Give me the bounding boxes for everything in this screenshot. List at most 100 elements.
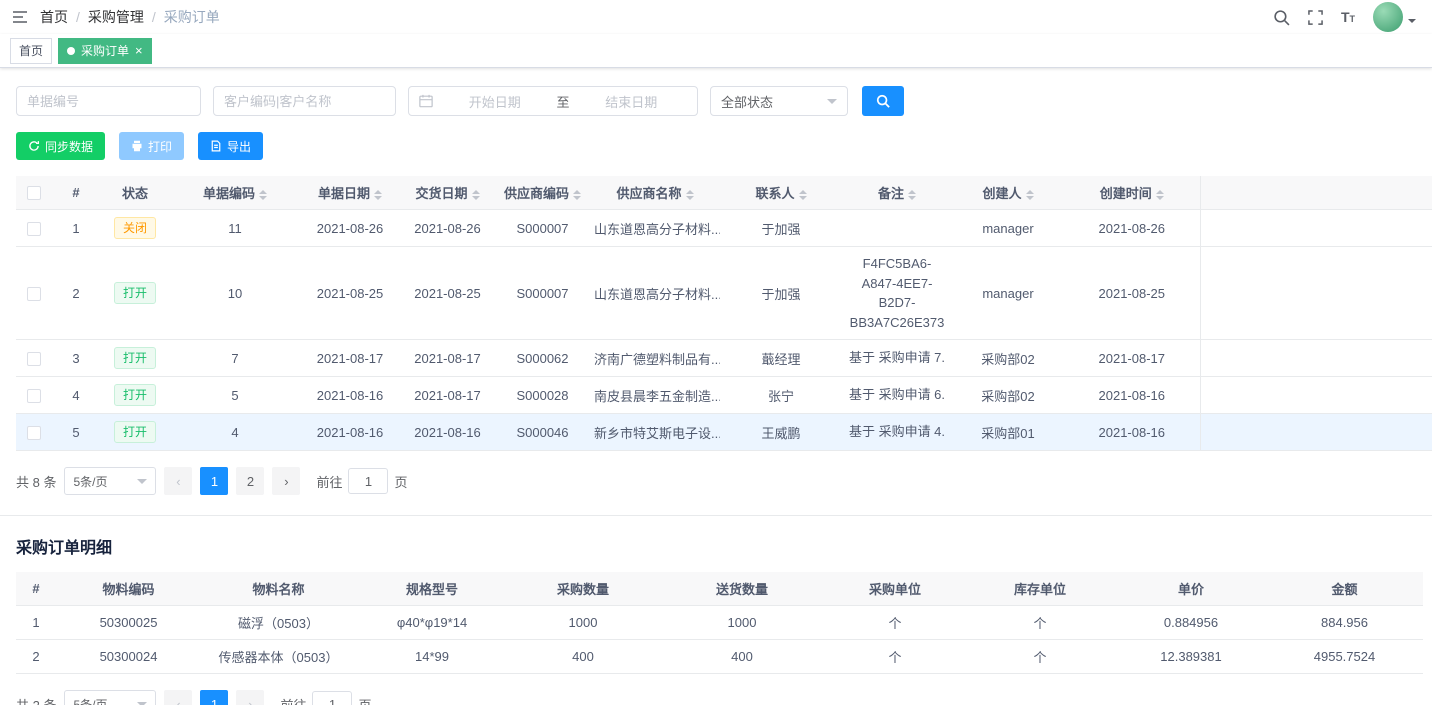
status-cell: 关闭 [100,210,170,247]
cell: 2 [16,640,56,674]
column-header[interactable]: 创建时间 [1064,176,1200,210]
sidebar-toggle-icon[interactable] [12,10,28,24]
print-button[interactable]: 打印 [119,132,184,160]
total-count: 共 8 条 [16,472,56,491]
table-gutter [1200,340,1432,377]
page-button-1[interactable]: 1 [200,467,228,495]
orders-pagination: 共 8 条 5条/页 ‹ 1 2 › 前往 页 [0,451,1432,511]
column-header[interactable]: 供应商编码 [495,176,590,210]
goto-page-input[interactable] [348,468,388,494]
fullscreen-icon[interactable] [1308,10,1323,25]
cell-remark: 基于 采购申请 7. [842,340,952,377]
row-checkbox[interactable] [27,389,41,403]
active-dot-icon [67,47,75,55]
select-all-checkbox[interactable] [27,186,41,200]
cell: 14*99 [356,640,508,674]
cell-creator: 采购部02 [952,340,1064,377]
detail-table: #物料编码物料名称规格型号采购数量送货数量采购单位库存单位单价金额 150300… [0,572,1432,674]
page-size-select[interactable]: 5条/页 [64,690,156,705]
order-row[interactable]: 2打开102021-08-252021-08-25S000007山东道恩高分子材… [16,247,1432,340]
cell-supplier-code: S000007 [495,210,590,247]
column-label: 创建人 [982,186,1021,201]
sort-caret-icon[interactable] [1026,190,1034,200]
column-header[interactable]: 供应商名称 [590,176,720,210]
search-icon[interactable] [1273,9,1290,26]
export-button[interactable]: 导出 [198,132,263,160]
detail-row[interactable]: 150300025磁浮（0503）φ40*φ19*1410001000个个0.8… [16,606,1423,640]
select-all-header[interactable] [16,176,52,210]
row-checkbox[interactable] [27,287,41,301]
order-row[interactable]: 5打开42021-08-162021-08-16S000046新乡市特艾斯电子设… [16,414,1432,451]
column-header: 库存单位 [964,572,1116,606]
tab-purchase-order[interactable]: 采购订单 × [58,38,152,64]
sort-caret-icon[interactable] [259,190,267,200]
tab-home[interactable]: 首页 [10,38,52,64]
cell-supplier-name: 山东道恩高分子材料... [590,210,720,247]
status-select[interactable]: 全部状态 [710,86,848,116]
sort-caret-icon[interactable] [374,190,382,200]
page-size-select[interactable]: 5条/页 [64,467,156,495]
document-icon [210,140,222,152]
page-button-1[interactable]: 1 [200,690,228,705]
column-label: 供应商名称 [616,186,681,201]
cell: 884.956 [1266,606,1423,640]
column-label: 单据日期 [318,186,370,201]
detail-row[interactable]: 250300024传感器本体（0503）14*99400400个个12.3893… [16,640,1423,674]
sort-caret-icon[interactable] [799,190,807,200]
goto-page-input[interactable] [312,691,352,705]
sort-caret-icon[interactable] [573,190,581,200]
column-header[interactable]: 备注 [842,176,952,210]
font-size-icon[interactable]: TT [1341,10,1355,24]
next-page-button[interactable]: › [272,467,300,495]
prev-page-button[interactable]: ‹ [164,690,192,705]
cell-remark: 基于 采购申请 4. [842,414,952,451]
row-checkbox[interactable] [27,426,41,440]
cell: 1000 [658,606,826,640]
column-label: 创建时间 [1100,186,1152,201]
topbar: 首页 / 采购管理 / 采购订单 TT [0,0,1432,34]
date-range-picker[interactable]: 开始日期 至 结束日期 [408,86,698,116]
order-row[interactable]: 4打开52021-08-162021-08-17S000028南皮县晨李五金制造… [16,377,1432,414]
page-unit-label: 页 [394,472,407,491]
column-header[interactable]: 交货日期 [400,176,495,210]
cell-doc-date: 2021-08-26 [300,210,400,247]
column-header: 物料编码 [56,572,201,606]
order-row[interactable]: 3打开72021-08-172021-08-17S000062济南广德塑料制品有… [16,340,1432,377]
status-cell: 打开 [100,247,170,340]
cell: 400 [658,640,826,674]
sync-data-button[interactable]: 同步数据 [16,132,105,160]
page-button-2[interactable]: 2 [236,467,264,495]
sort-caret-icon[interactable] [1156,190,1164,200]
cell-supplier-code: S000062 [495,340,590,377]
sort-caret-icon[interactable] [472,190,480,200]
column-header[interactable]: 联系人 [720,176,842,210]
cell-supplier-code: S000007 [495,247,590,340]
row-checkbox[interactable] [27,222,41,236]
cell-remark: F4FC5BA6-A847-4EE7-B2D7-BB3A7C26E373 [842,247,952,340]
checkbox-cell [16,340,52,377]
row-checkbox[interactable] [27,352,41,366]
search-button[interactable] [862,86,904,116]
tab-label: 首页 [19,42,43,59]
next-page-button[interactable]: › [236,690,264,705]
cell-creator: manager [952,247,1064,340]
sort-caret-icon[interactable] [686,190,694,200]
goto-label: 前往 [280,695,306,705]
cell: 个 [964,606,1116,640]
user-menu[interactable] [1373,2,1416,32]
detail-pagination: 共 2 条 5条/页 ‹ 1 › 前往 页 [0,674,1432,705]
avatar[interactable] [1373,2,1403,32]
customer-input[interactable] [213,86,396,116]
column-header: # [52,176,100,210]
cell-code: 7 [170,340,300,377]
close-icon[interactable]: × [135,44,143,57]
sort-caret-icon[interactable] [908,190,916,200]
doc-no-input[interactable] [16,86,201,116]
column-header[interactable]: 单据编码 [170,176,300,210]
breadcrumb-item-purchase-management[interactable]: 采购管理 [88,7,144,27]
column-header[interactable]: 创建人 [952,176,1064,210]
breadcrumb-item-home[interactable]: 首页 [40,7,68,27]
column-header[interactable]: 单据日期 [300,176,400,210]
order-row[interactable]: 1关闭112021-08-262021-08-26S000007山东道恩高分子材… [16,210,1432,247]
prev-page-button[interactable]: ‹ [164,467,192,495]
